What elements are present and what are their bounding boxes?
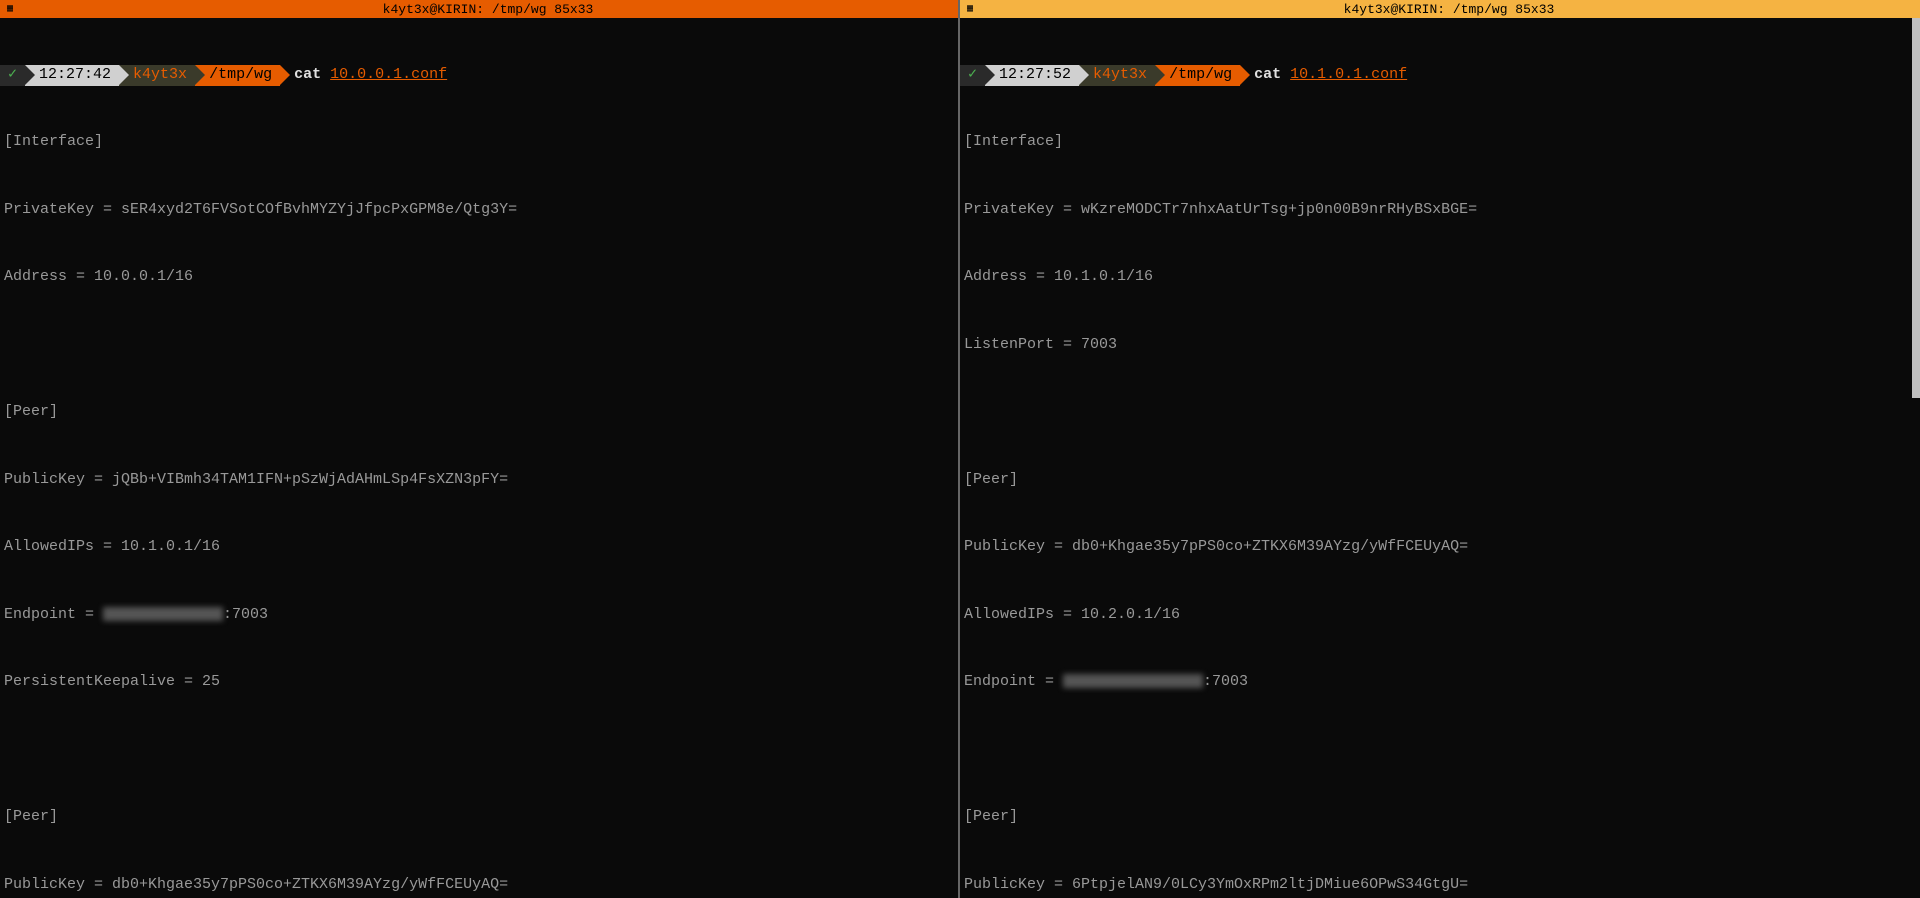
output-line: PublicKey = db0+Khgae35y7pPS0co+ZTKX6M39… [960, 536, 1920, 559]
terminal-body-left[interactable]: ✓ 12:27:42 k4yt3x /tmp/wg cat 10.0.0.1.c… [0, 18, 958, 898]
prompt-path: /tmp/wg [1155, 65, 1240, 86]
titlebar-left[interactable]: ▦ k4yt3x@KIRIN: /tmp/wg 85x33 [0, 0, 958, 18]
redacted-ip: xxxxxxxxxxxxx [103, 607, 223, 621]
prompt-line: ✓ 12:27:52 k4yt3x /tmp/wg cat 10.1.0.1.c… [960, 65, 1920, 86]
output-line: PublicKey = jQBb+VIBmh34TAM1IFN+pSzWjAdA… [0, 469, 958, 492]
redacted-ip: xxxxxxxxxxxxxxx [1063, 674, 1203, 688]
output-line: ListenPort = 7003 [960, 334, 1920, 357]
status-check-icon: ✓ [0, 65, 25, 86]
output-line: PrivateKey = wKzreMODCTr7nhxAatUrTsg+jp0… [960, 199, 1920, 222]
output-line: PublicKey = db0+Khgae35y7pPS0co+ZTKX6M39… [0, 874, 958, 897]
output-blank [0, 334, 958, 357]
titlebar-text: k4yt3x@KIRIN: /tmp/wg 85x33 [21, 2, 955, 17]
output-line: [Interface] [960, 131, 1920, 154]
output-line: Address = 10.1.0.1/16 [960, 266, 1920, 289]
endpoint-prefix: Endpoint = [964, 673, 1063, 690]
output-line: PersistentKeepalive = 25 [0, 671, 958, 694]
output-blank [0, 739, 958, 762]
prompt-time: 12:27:52 [985, 65, 1079, 86]
output-line: Address = 10.0.0.1/16 [0, 266, 958, 289]
command-name: cat [294, 66, 321, 83]
window-icon: ▦ [963, 2, 977, 16]
command-arg: 10.0.0.1.conf [330, 66, 447, 83]
endpoint-suffix: :7003 [223, 606, 268, 623]
output-line: [Peer] [960, 806, 1920, 829]
output-line: [Peer] [0, 401, 958, 424]
output-line: AllowedIPs = 10.2.0.1/16 [960, 604, 1920, 627]
endpoint-prefix: Endpoint = [4, 606, 103, 623]
output-blank [960, 401, 1920, 424]
terminal-body-right[interactable]: ✓ 12:27:52 k4yt3x /tmp/wg cat 10.1.0.1.c… [960, 18, 1920, 898]
status-check-icon: ✓ [960, 65, 985, 86]
scrollbar[interactable] [1912, 18, 1920, 398]
prompt-user: k4yt3x [119, 65, 195, 86]
endpoint-suffix: :7003 [1203, 673, 1248, 690]
output-line: [Peer] [0, 806, 958, 829]
output-blank [960, 739, 1920, 762]
prompt-path: /tmp/wg [195, 65, 280, 86]
command-name: cat [1254, 66, 1281, 83]
command-area: cat 10.1.0.1.conf [1240, 64, 1407, 87]
output-line: PrivateKey = sER4xyd2T6FVSotCOfBvhMYZYjJ… [0, 199, 958, 222]
output-line: PublicKey = 6PtpjelAN9/0LCy3YmOxRPm2ltjD… [960, 874, 1920, 897]
prompt-line: ✓ 12:27:42 k4yt3x /tmp/wg cat 10.0.0.1.c… [0, 65, 958, 86]
command-arg: 10.1.0.1.conf [1290, 66, 1407, 83]
window-icon: ▦ [3, 2, 17, 16]
output-line: [Peer] [960, 469, 1920, 492]
titlebar-text: k4yt3x@KIRIN: /tmp/wg 85x33 [981, 2, 1917, 17]
output-line: [Interface] [0, 131, 958, 154]
titlebar-right[interactable]: ▦ k4yt3x@KIRIN: /tmp/wg 85x33 [960, 0, 1920, 18]
output-line: Endpoint = xxxxxxxxxxxxx:7003 [0, 604, 958, 627]
output-line: AllowedIPs = 10.1.0.1/16 [0, 536, 958, 559]
terminal-pane-left[interactable]: ▦ k4yt3x@KIRIN: /tmp/wg 85x33 ✓ 12:27:42… [0, 0, 960, 898]
command-area: cat 10.0.0.1.conf [280, 64, 447, 87]
output-line: Endpoint = xxxxxxxxxxxxxxx:7003 [960, 671, 1920, 694]
terminal-pane-right[interactable]: ▦ k4yt3x@KIRIN: /tmp/wg 85x33 ✓ 12:27:52… [960, 0, 1920, 898]
prompt-user: k4yt3x [1079, 65, 1155, 86]
prompt-time: 12:27:42 [25, 65, 119, 86]
